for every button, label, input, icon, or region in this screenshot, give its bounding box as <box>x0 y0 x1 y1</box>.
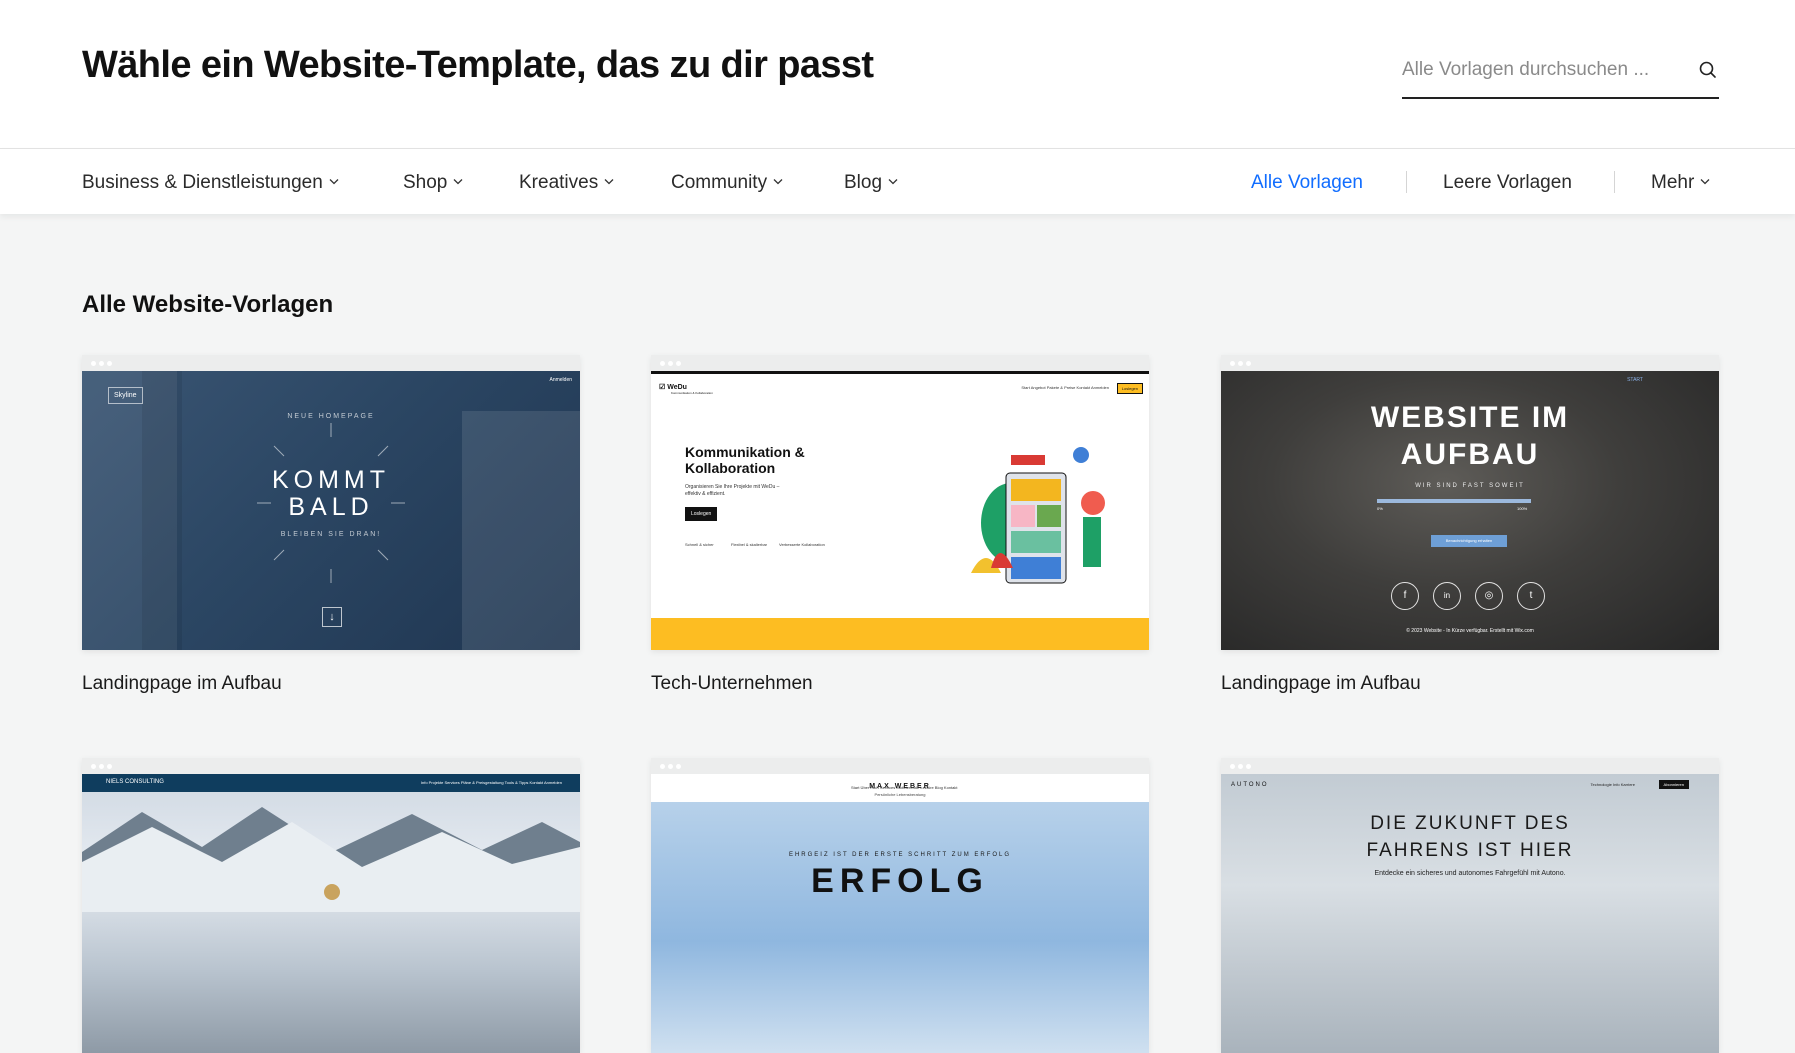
browser-bar <box>82 355 580 371</box>
preview-nav: START <box>1627 377 1643 383</box>
preview-topbar: NIELS CONSULTING Info Projekte Services … <box>82 774 580 792</box>
people-illustration <box>971 447 1105 584</box>
preview-nav-button: Loslegen <box>1116 383 1143 394</box>
preview-footer-band <box>651 618 1149 650</box>
preview-logo: NIELS CONSULTING <box>106 779 164 785</box>
preview-login: Anmelden <box>549 377 572 383</box>
template-thumbnail[interactable]: NIELS CONSULTING Info Projekte Services … <box>82 758 580 1053</box>
preview-headline-2: BALD <box>288 493 374 521</box>
preview-kicker: NEUE HOMEPAGE <box>287 413 375 420</box>
preview-headline: ERFOLG <box>811 862 989 900</box>
preview-copyright: © 2023 Website - In Kürze verfügbar. Ers… <box>1406 628 1534 634</box>
preview-tagline: BLEIBEN SIE DRAN! <box>280 531 382 538</box>
preview-logo: ☑ WeDu Kommunikation & Kollaboration <box>659 384 713 395</box>
preview-feature: Flexibel & skalierbar <box>731 542 768 547</box>
template-preview: AUTONO Technologie Info Karriere Abonnie… <box>1221 774 1719 1053</box>
nav-kreatives[interactable]: Kreatives <box>519 149 614 214</box>
browser-bar <box>1221 355 1719 371</box>
preview-sub: Entdecke ein sicheres und autonomes Fahr… <box>1374 870 1566 877</box>
preview-nav: Info Projekte Services Pläne & Preisgest… <box>420 780 562 785</box>
nav-divider <box>1406 171 1407 193</box>
browser-bar <box>1221 758 1719 774</box>
template-preview: START WEBSITE IM AUFBAU WIR SIND FAST SOW… <box>1221 371 1719 650</box>
nav-community[interactable]: Community <box>671 149 783 214</box>
preview-nav: Technologie Info Karriere <box>1590 782 1635 787</box>
page-header: Wähle ein Website-Template, das zu dir p… <box>0 0 1795 149</box>
template-thumbnail[interactable]: MAX WEBER Persönliche Lebensberatung Sta… <box>651 758 1149 1053</box>
template-card: NIELS CONSULTING Info Projekte Services … <box>82 758 580 1053</box>
search-box <box>1402 55 1719 99</box>
chevron-down-icon <box>453 179 463 185</box>
chevron-down-icon <box>1700 179 1710 185</box>
preview-feature: Verbesserte Kollaboration <box>779 542 825 547</box>
template-card: START WEBSITE IM AUFBAU WIR SIND FAST SOW… <box>1221 355 1719 694</box>
template-card: Skyline Anmelden NEUE HOMEPAGE KOMMT BAL… <box>82 355 580 694</box>
preview-button: Benachrichtigung erhalten <box>1431 535 1507 547</box>
preview-nav: Start Angebot Pakete & Preise Kontakt An… <box>1021 385 1109 390</box>
browser-bar <box>651 758 1149 774</box>
preview-headline-1: KOMMT <box>271 466 391 494</box>
chevron-down-icon <box>773 179 783 185</box>
template-preview: NIELS CONSULTING Info Projekte Services … <box>82 774 580 1053</box>
preview-feature: Schnell & sicher <box>685 542 714 547</box>
arrow-down-icon: ↓ <box>322 607 342 627</box>
page-title: Wähle ein Website-Template, das zu dir p… <box>82 44 874 86</box>
template-card: ☑ WeDu Kommunikation & Kollaboration Star… <box>651 355 1149 694</box>
facebook-icon: f <box>1391 582 1419 610</box>
preview-headline: WEBSITE IM AUFBAU <box>1370 401 1570 471</box>
preview-sub: EHRGEIZ IST DER ERSTE SCHRITT ZUM ERFOLG <box>788 852 1012 858</box>
template-thumbnail[interactable]: START WEBSITE IM AUFBAU WIR SIND FAST SOW… <box>1221 355 1719 650</box>
template-title[interactable]: Tech-Unternehmen <box>651 673 813 695</box>
nav-community-label: Community <box>671 172 768 193</box>
template-title[interactable]: Landingpage im Aufbau <box>82 673 282 695</box>
nav-kreatives-label: Kreatives <box>519 172 599 193</box>
nav-blog[interactable]: Blog <box>844 149 898 214</box>
instagram-icon: ◎ <box>1475 582 1503 610</box>
nav-divider <box>1614 171 1615 193</box>
search-input[interactable] <box>1402 55 1672 85</box>
preview-button: Loslegen <box>685 507 718 521</box>
template-title[interactable]: Landingpage im Aufbau <box>1221 673 1421 695</box>
preview-logo: Skyline <box>108 387 143 404</box>
preview-nav-button: Abonnieren <box>1658 780 1689 789</box>
chevron-down-icon <box>604 179 614 185</box>
template-thumbnail[interactable]: Skyline Anmelden NEUE HOMEPAGE KOMMT BAL… <box>82 355 580 650</box>
preview-logo: AUTONO <box>1231 782 1269 788</box>
chevron-down-icon <box>329 179 339 185</box>
template-card: MAX WEBER Persönliche Lebensberatung Sta… <box>651 758 1149 1053</box>
chevron-down-icon <box>888 179 898 185</box>
nav-shop[interactable]: Shop <box>403 149 463 214</box>
mountain-image <box>82 807 580 912</box>
browser-bar <box>651 355 1149 371</box>
nav-business-label: Business & Dienstleistungen <box>82 172 323 193</box>
nav-business[interactable]: Business & Dienstleistungen <box>82 149 339 214</box>
progress-bar <box>1377 499 1531 503</box>
preview-headline: Kommunikation & Kollaboration <box>685 444 805 476</box>
search-icon[interactable] <box>1697 59 1719 81</box>
preview-text: Organisieren Sie Ihre Projekte mit WeDu … <box>685 484 780 497</box>
browser-bar <box>82 758 580 774</box>
preview-headline: DIE ZUKUNFT DES FAHRENS IST HIER <box>1366 813 1574 861</box>
twitter-icon: t <box>1517 582 1545 610</box>
template-preview: ☑ WeDu Kommunikation & Kollaboration Star… <box>651 371 1149 650</box>
nav-shop-label: Shop <box>403 172 448 193</box>
linkedin-icon: in <box>1433 582 1461 610</box>
template-card: AUTONO Technologie Info Karriere Abonnie… <box>1221 758 1719 1053</box>
nav-more-label: Mehr <box>1651 172 1695 193</box>
category-nav: Business & Dienstleistungen Shop Kreativ… <box>0 149 1795 214</box>
preview-sub: WIR SIND FAST SOWEIT <box>1415 483 1525 489</box>
template-preview: MAX WEBER Persönliche Lebensberatung Sta… <box>651 774 1149 1053</box>
nav-all-templates[interactable]: Alle Vorlagen <box>1251 149 1363 214</box>
template-preview: Skyline Anmelden NEUE HOMEPAGE KOMMT BAL… <box>82 371 580 650</box>
section-title: Alle Website-Vorlagen <box>82 291 334 318</box>
template-thumbnail[interactable]: ☑ WeDu Kommunikation & Kollaboration Star… <box>651 355 1149 650</box>
nav-blog-label: Blog <box>844 172 883 193</box>
nav-blank-templates[interactable]: Leere Vorlagen <box>1443 149 1572 214</box>
template-thumbnail[interactable]: AUTONO Technologie Info Karriere Abonnie… <box>1221 758 1719 1053</box>
nav-more[interactable]: Mehr <box>1651 149 1710 214</box>
preview-nav: Start Über mich Services Motivierende Le… <box>851 785 958 790</box>
